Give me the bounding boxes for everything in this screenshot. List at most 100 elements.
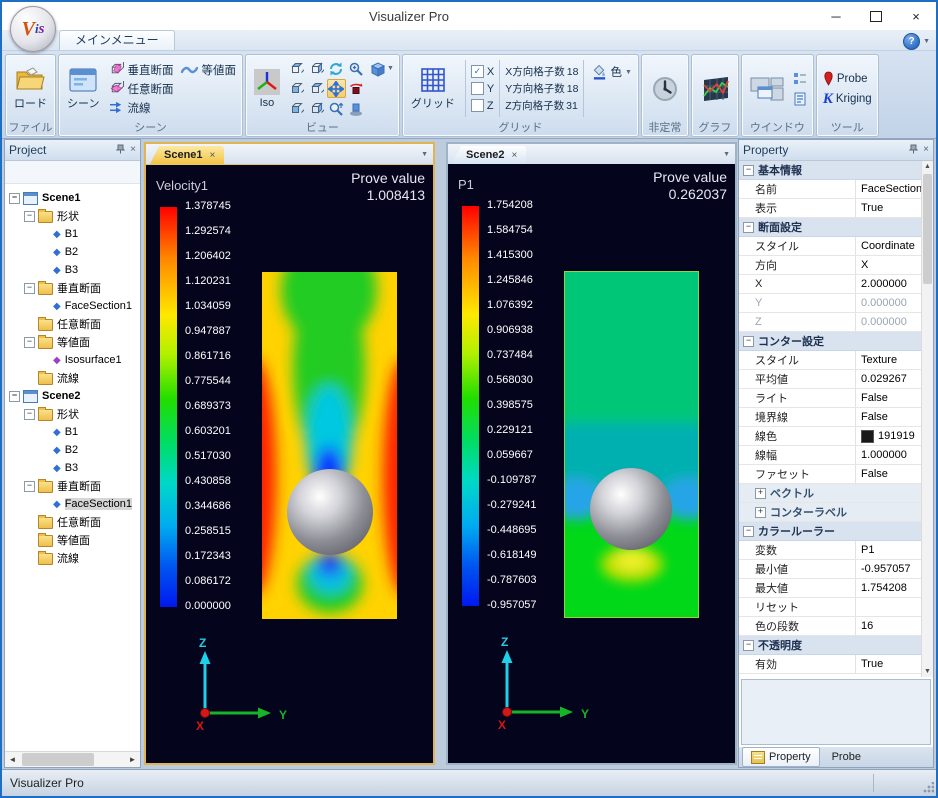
property-row[interactable]: 変数P1 — [739, 541, 922, 560]
scroll-down-icon[interactable]: ▼ — [922, 666, 933, 677]
property-row[interactable]: 方向X — [739, 256, 922, 275]
tree-item[interactable]: −形状 — [5, 207, 140, 225]
cube-back-icon[interactable] — [307, 79, 326, 98]
tree-expander-icon[interactable]: − — [24, 481, 35, 492]
grid-count-field[interactable]: Y方向格子数18 — [505, 81, 578, 97]
zoom-extent-icon[interactable] — [327, 99, 346, 118]
streamline-button[interactable]: 流線 — [106, 99, 176, 117]
unsteady-button[interactable] — [645, 73, 685, 105]
scene2-viewport[interactable]: P1 Prove value 0.262037 1.7542081.584754… — [448, 164, 735, 763]
tree-item[interactable]: −等値面 — [5, 333, 140, 351]
scroll-left-icon[interactable]: ◄ — [5, 755, 20, 764]
scene1-viewport[interactable]: Velocity1 Prove value 1.008413 1.3787451… — [146, 165, 433, 763]
kriging-button[interactable]: K Kriging — [820, 91, 875, 107]
scrollbar-thumb[interactable] — [923, 174, 932, 284]
tree-expander-icon[interactable]: − — [24, 211, 35, 222]
property-group-row[interactable]: −基本情報 — [739, 161, 922, 180]
minimize-button[interactable]: ─ — [816, 2, 856, 30]
property-row[interactable]: スタイルCoordinate — [739, 237, 922, 256]
property-row[interactable]: 境界線False — [739, 408, 922, 427]
collapse-icon[interactable]: − — [743, 526, 754, 537]
grid-axis-checkbox-z[interactable]: Z — [471, 98, 494, 114]
tree-item[interactable]: −任意断面 — [5, 315, 140, 333]
property-row[interactable]: 線幅1.000000 — [739, 446, 922, 465]
probe-button[interactable]: Probe — [820, 70, 875, 87]
scroll-right-icon[interactable]: ► — [125, 755, 140, 764]
window-layout-button[interactable] — [745, 74, 789, 104]
property-row[interactable]: 最小値-0.957057 — [739, 560, 922, 579]
scene2-tab[interactable]: Scene2 × — [452, 146, 526, 164]
tree-expander-icon[interactable]: − — [24, 337, 35, 348]
tab-property[interactable]: Property — [742, 747, 820, 767]
collapse-icon[interactable]: − — [743, 640, 754, 651]
scene1-window-menu-icon[interactable]: ▼ — [421, 151, 428, 158]
property-row[interactable]: 最大値1.754208 — [739, 579, 922, 598]
tree-item[interactable]: −◆B3 — [5, 261, 140, 279]
tree-expander-icon[interactable]: − — [9, 193, 20, 204]
app-logo-icon[interactable]: Vis — [10, 6, 56, 52]
tree-expander-icon[interactable]: − — [9, 391, 20, 402]
property-row[interactable]: Y0.000000 — [739, 294, 922, 313]
property-subgroup-row[interactable]: +コンターラベル — [739, 503, 922, 522]
property-close-icon[interactable]: × — [923, 145, 929, 155]
pin-icon[interactable] — [116, 144, 125, 157]
tree-item[interactable]: −◆B2 — [5, 441, 140, 459]
cube-top-icon[interactable] — [287, 59, 306, 78]
tree-item[interactable]: −任意断面 — [5, 513, 140, 531]
tree-item[interactable]: −◆B1 — [5, 423, 140, 441]
tree-item[interactable]: −垂直断面 — [5, 279, 140, 297]
arbitrary-section-button[interactable]: 任意断面 — [106, 80, 176, 98]
collapse-icon[interactable]: − — [743, 336, 754, 347]
tree-item[interactable]: −◆B2 — [5, 243, 140, 261]
iso-view-button[interactable]: Iso — [249, 68, 285, 110]
cube-front-face-icon[interactable] — [287, 79, 306, 98]
scene-button[interactable]: シーン — [62, 66, 104, 112]
property-row[interactable]: 色の段数16 — [739, 617, 922, 636]
window-list-icon[interactable] — [791, 69, 810, 88]
property-scrollbar[interactable]: ▲ ▼ — [921, 161, 933, 677]
resize-grip[interactable] — [922, 782, 934, 794]
close-button[interactable]: × — [896, 2, 936, 30]
property-row[interactable]: リセット — [739, 598, 922, 617]
scene2-tab-close-icon[interactable]: × — [512, 150, 518, 161]
window-doc-icon[interactable] — [791, 89, 810, 108]
isosurface-button[interactable]: 等値面 — [178, 61, 239, 79]
cube-right-face-icon[interactable] — [307, 59, 326, 78]
tree-item[interactable]: −等値面 — [5, 531, 140, 549]
property-group-row[interactable]: −カラールーラー — [739, 522, 922, 541]
tree-item[interactable]: −Scene2 — [5, 387, 140, 405]
project-close-icon[interactable]: × — [130, 145, 136, 155]
property-row[interactable]: 平均値0.029267 — [739, 370, 922, 389]
scene2-window-menu-icon[interactable]: ▼ — [723, 151, 730, 158]
property-row[interactable]: 名前FaceSection1 — [739, 180, 922, 199]
grid-count-field[interactable]: X方向格子数18 — [505, 64, 578, 80]
tab-main-menu[interactable]: メインメニュー — [59, 30, 175, 50]
expand-icon[interactable]: + — [755, 507, 766, 518]
pan-icon[interactable] — [327, 79, 346, 98]
cube-right-icon[interactable] — [307, 99, 326, 118]
tree-item[interactable]: −◆Isosurface1 — [5, 351, 140, 369]
tree-expander-icon[interactable]: − — [24, 409, 35, 420]
scene1-tab[interactable]: Scene1 × — [150, 146, 224, 164]
tree-item[interactable]: −◆FaceSection1 — [5, 495, 140, 513]
property-row[interactable]: ライトFalse — [739, 389, 922, 408]
scrollbar-thumb[interactable] — [22, 753, 94, 766]
scroll-up-icon[interactable]: ▲ — [922, 161, 933, 172]
maximize-button[interactable] — [856, 2, 896, 30]
property-row[interactable]: スタイルTexture — [739, 351, 922, 370]
tree-item[interactable]: −流線 — [5, 549, 140, 567]
vertical-section-button[interactable]: 垂直断面 — [106, 61, 176, 79]
collapse-icon[interactable]: − — [743, 165, 754, 176]
grid-color-button[interactable]: 色 ▼ — [589, 63, 634, 81]
property-group-row[interactable]: −断面設定 — [739, 218, 922, 237]
grid-axis-checkbox-y[interactable]: Y — [471, 81, 494, 97]
grid-button[interactable]: グリッド — [406, 66, 460, 112]
load-button[interactable]: ロード — [9, 66, 52, 112]
cube-menu-icon[interactable]: ▼ — [367, 59, 396, 78]
shadow-icon[interactable] — [347, 99, 366, 118]
grid-count-field[interactable]: Z方向格子数31 — [505, 98, 578, 114]
refresh-icon[interactable] — [327, 59, 346, 78]
expand-icon[interactable]: + — [755, 488, 766, 499]
property-row[interactable]: ファセットFalse — [739, 465, 922, 484]
cube-bottom-icon[interactable] — [287, 99, 306, 118]
